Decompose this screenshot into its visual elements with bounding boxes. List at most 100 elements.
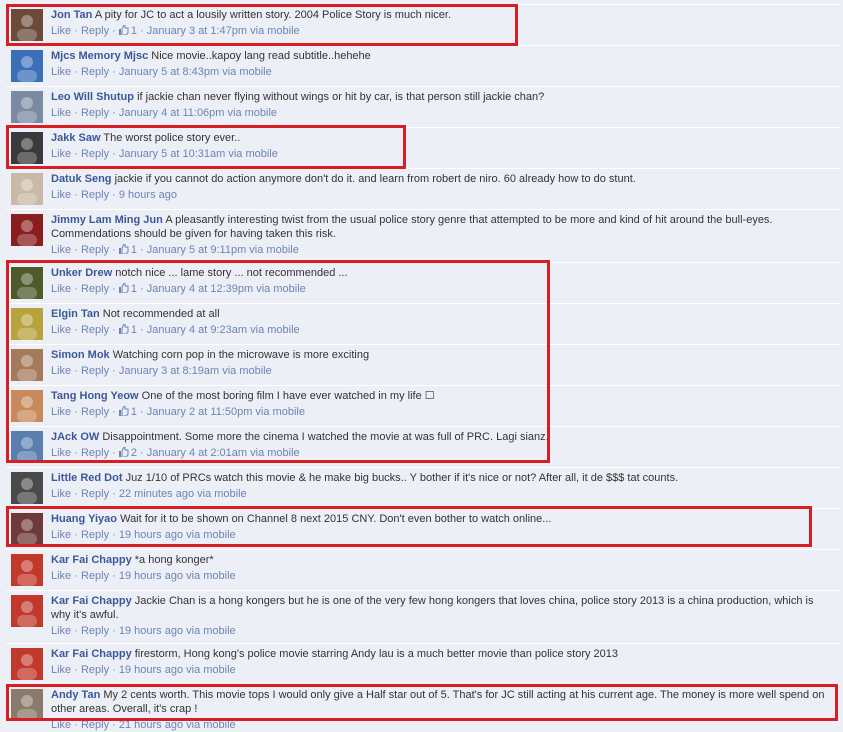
comment-author-link[interactable]: Jon Tan (51, 9, 92, 21)
reply-link[interactable]: Reply (81, 664, 109, 676)
reply-link[interactable]: Reply (81, 107, 109, 119)
avatar[interactable] (11, 431, 43, 463)
timestamp-link[interactable]: 19 hours ago via mobile (119, 625, 236, 637)
like-link[interactable]: Like (51, 324, 71, 336)
like-count[interactable]: 1 (118, 282, 137, 295)
avatar[interactable] (11, 689, 43, 721)
reply-link[interactable]: Reply (81, 625, 109, 637)
avatar[interactable] (11, 9, 43, 41)
avatar[interactable] (11, 472, 43, 504)
timestamp-link[interactable]: January 4 at 12:39pm via mobile (147, 283, 306, 295)
reply-link[interactable]: Reply (81, 66, 109, 78)
like-link[interactable]: Like (51, 25, 71, 37)
timestamp-link[interactable]: January 5 at 9:11pm via mobile (147, 244, 299, 256)
comment-author-link[interactable]: Kar Fai Chappy (51, 648, 132, 660)
comment-author-link[interactable]: Jimmy Lam Ming Jun (51, 214, 163, 226)
like-link[interactable]: Like (51, 488, 71, 500)
reply-link[interactable]: Reply (81, 283, 109, 295)
like-count[interactable]: 1 (118, 24, 137, 37)
comment-author-link[interactable]: Mjcs Memory Mjsc (51, 50, 148, 62)
like-link[interactable]: Like (51, 529, 71, 541)
timestamp-link[interactable]: 22 minutes ago via mobile (119, 488, 247, 500)
avatar[interactable] (11, 648, 43, 680)
like-count-value: 2 (130, 447, 137, 459)
like-link[interactable]: Like (51, 625, 71, 637)
avatar[interactable] (11, 554, 43, 586)
avatar[interactable] (11, 267, 43, 299)
comment-meta: Like · Reply · January 5 at 8:43pm via m… (51, 66, 272, 78)
timestamp-link[interactable]: January 2 at 11:50pm via mobile (147, 406, 305, 418)
comment-author-link[interactable]: Kar Fai Chappy (51, 595, 132, 607)
timestamp-link[interactable]: 19 hours ago via mobile (119, 570, 236, 582)
avatar[interactable] (11, 308, 43, 340)
like-link[interactable]: Like (51, 664, 71, 676)
reply-link[interactable]: Reply (81, 447, 109, 459)
timestamp-link[interactable]: January 4 at 9:23am via mobile (147, 324, 300, 336)
comment-author-link[interactable]: Unker Drew (51, 267, 112, 279)
like-link[interactable]: Like (51, 189, 71, 201)
comment-author-link[interactable]: Little Red Dot (51, 472, 123, 484)
like-link[interactable]: Like (51, 447, 71, 459)
reply-link[interactable]: Reply (81, 148, 109, 160)
timestamp-link[interactable]: January 5 at 8:43pm via mobile (119, 66, 272, 78)
reply-link[interactable]: Reply (81, 244, 109, 256)
timestamp-link[interactable]: 19 hours ago via mobile (119, 664, 236, 676)
reply-link[interactable]: Reply (81, 570, 109, 582)
timestamp-link[interactable]: January 3 at 8:19am via mobile (119, 365, 272, 377)
comment-author-link[interactable]: Simon Mok (51, 349, 110, 361)
timestamp-link[interactable]: 21 hours ago via mobile (119, 719, 236, 731)
like-link[interactable]: Like (51, 719, 71, 731)
comment-author-link[interactable]: Andy Tan (51, 689, 100, 701)
comment-author-link[interactable]: Leo Will Shutup (51, 91, 134, 103)
like-link[interactable]: Like (51, 283, 71, 295)
timestamp-link[interactable]: January 5 at 10:31am via mobile (119, 148, 278, 160)
comment-item: Simon Mok Watching corn pop in the micro… (6, 344, 840, 385)
comment-author-link[interactable]: Elgin Tan (51, 308, 100, 320)
reply-link[interactable]: Reply (81, 719, 109, 731)
like-link[interactable]: Like (51, 406, 71, 418)
like-count[interactable]: 1 (118, 405, 137, 418)
comment-text: My 2 cents worth. This movie tops I woul… (51, 689, 825, 715)
comment-author-link[interactable]: JAck OW (51, 431, 99, 443)
comment-text: Not recommended at all (102, 308, 220, 320)
timestamp-link[interactable]: January 4 at 11:06pm via mobile (119, 107, 277, 119)
comment-item: Unker Drew notch nice ... lame story ...… (6, 262, 840, 303)
timestamp-link[interactable]: 19 hours ago via mobile (119, 529, 236, 541)
like-link[interactable]: Like (51, 148, 71, 160)
avatar[interactable] (11, 91, 43, 123)
comment-author-link[interactable]: Tang Hong Yeow (51, 390, 139, 402)
reply-link[interactable]: Reply (81, 529, 109, 541)
comment-author-link[interactable]: Datuk Seng (51, 173, 112, 185)
comment-author-link[interactable]: Huang Yiyao (51, 513, 117, 525)
timestamp-link[interactable]: January 3 at 1:47pm via mobile (147, 25, 300, 37)
timestamp-link[interactable]: 9 hours ago (119, 189, 177, 201)
like-link[interactable]: Like (51, 66, 71, 78)
like-link[interactable]: Like (51, 244, 71, 256)
avatar[interactable] (11, 595, 43, 627)
avatar[interactable] (11, 50, 43, 82)
reply-link[interactable]: Reply (81, 365, 109, 377)
reply-link[interactable]: Reply (81, 406, 109, 418)
timestamp-link[interactable]: January 4 at 2:01am via mobile (147, 447, 300, 459)
avatar[interactable] (11, 390, 43, 422)
avatar[interactable] (11, 132, 43, 164)
reply-link[interactable]: Reply (81, 189, 109, 201)
like-link[interactable]: Like (51, 570, 71, 582)
like-count[interactable]: 1 (118, 243, 137, 256)
comment-author-link[interactable]: Jakk Saw (51, 132, 101, 144)
avatar[interactable] (11, 513, 43, 545)
like-count[interactable]: 2 (118, 446, 137, 459)
comment-meta: Like · Reply · 1 · January 5 at 9:11pm v… (51, 243, 299, 256)
reply-link[interactable]: Reply (81, 25, 109, 37)
comment-item: Jakk Saw The worst police story ever.. Li… (6, 127, 840, 168)
avatar[interactable] (11, 349, 43, 381)
like-count[interactable]: 1 (118, 323, 137, 336)
like-link[interactable]: Like (51, 365, 71, 377)
comment-author-link[interactable]: Kar Fai Chappy (51, 554, 132, 566)
avatar[interactable] (11, 214, 43, 246)
reply-link[interactable]: Reply (81, 324, 109, 336)
reply-link[interactable]: Reply (81, 488, 109, 500)
like-link[interactable]: Like (51, 107, 71, 119)
avatar[interactable] (11, 173, 43, 205)
comment-item: Mjcs Memory Mjsc Nice movie..kapoy lang … (6, 45, 840, 86)
